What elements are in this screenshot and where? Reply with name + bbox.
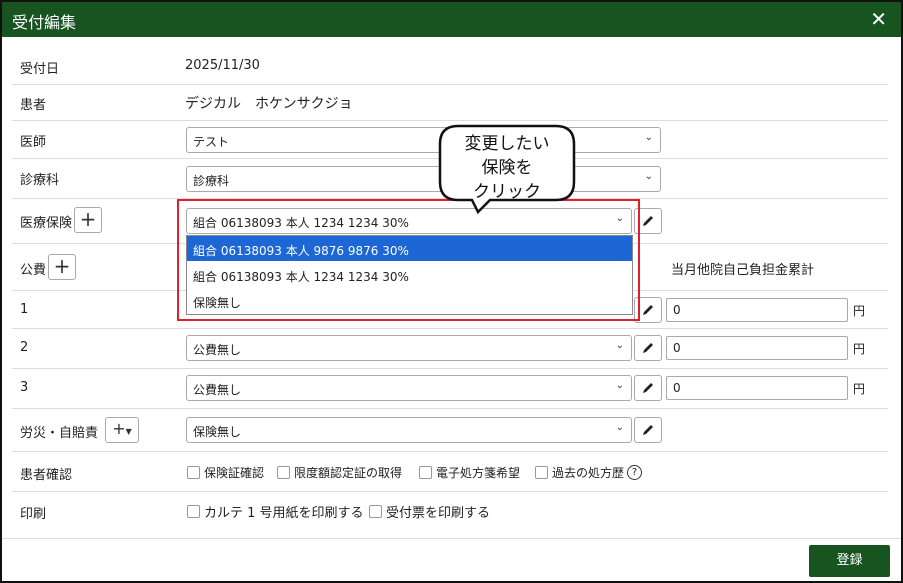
row-confirm: 患者確認 保険証確認 限度額認定証の取得 電子処方箋希望 過去の処方歴?: [12, 451, 888, 492]
checkbox-label: 保険証確認: [204, 466, 265, 480]
annotation-line-2: 保険を: [481, 158, 533, 178]
pencil-icon: [643, 383, 653, 393]
checkbox-print-chart[interactable]: カルテ 1 号用紙を印刷する: [187, 502, 364, 521]
doctor-select-value: テスト: [193, 135, 230, 149]
checkbox-print-slip[interactable]: 受付票を印刷する: [369, 502, 490, 521]
workers-select-value: 保険無し: [193, 425, 242, 439]
public-3-select[interactable]: 公費無し ⌄: [186, 375, 632, 401]
public-3-label: 3: [20, 380, 29, 395]
add-workers-button[interactable]: +▼: [105, 417, 139, 443]
edit-public-3-button[interactable]: [634, 375, 662, 401]
chevron-down-icon: ⌄: [615, 340, 624, 351]
checkbox-label: 過去の処方歴: [552, 466, 625, 480]
checkbox-past-prescription[interactable]: 過去の処方歴?: [535, 464, 643, 481]
chevron-down-icon: ⌄: [644, 171, 653, 182]
reception-date-value: 2025/11/30: [185, 58, 260, 73]
insurance-label: 医療保険: [20, 216, 73, 231]
cumulative-label: 当月他院自己負担金累計: [671, 263, 815, 278]
edit-workers-button[interactable]: [634, 417, 662, 443]
checkbox-box: [277, 466, 290, 479]
patient-name: デジカル ホケンサクジョ: [185, 96, 353, 112]
public-1-unit: 円: [853, 304, 866, 318]
dialog: 受付編集 ✕ 受付日 2025/11/30 患者 デジカル ホケンサクジョ 医師…: [0, 0, 903, 583]
register-button[interactable]: 登録: [809, 545, 890, 577]
public-3-unit: 円: [853, 382, 866, 396]
public-label: 公費: [20, 263, 47, 278]
reception-date-label: 受付日: [20, 62, 60, 77]
annotation-line-3: クリック: [473, 182, 541, 202]
checkbox-label: 電子処方箋希望: [436, 466, 521, 480]
checkbox-e-prescription[interactable]: 電子処方箋希望: [419, 464, 520, 481]
caret-down-icon: ▼: [125, 427, 132, 436]
public-2-amount-input[interactable]: 0: [666, 336, 848, 360]
help-icon[interactable]: ?: [627, 465, 643, 480]
patient-label: 患者: [20, 98, 47, 113]
checkbox-label: カルテ 1 号用紙を印刷する: [204, 506, 364, 521]
pencil-icon: [643, 305, 653, 315]
row-patient: 患者 デジカル ホケンサクジョ: [12, 84, 888, 121]
public-2-unit: 円: [853, 342, 866, 356]
department-select[interactable]: 診療科 ⌄: [186, 166, 661, 192]
pencil-icon: [643, 216, 653, 226]
public-2-label: 2: [20, 340, 29, 355]
checkbox-box: [419, 466, 432, 479]
chevron-down-icon: ⌄: [644, 132, 653, 143]
row-reception-date: 受付日 2025/11/30: [12, 48, 888, 85]
public-3-select-value: 公費無し: [193, 383, 242, 397]
checkbox-box: [187, 466, 200, 479]
workers-select[interactable]: 保険無し ⌄: [186, 417, 632, 443]
dialog-header: 受付編集 ✕: [2, 2, 901, 37]
footer-divider: [2, 538, 901, 539]
chevron-down-icon: ⌄: [615, 380, 624, 391]
row-print: 印刷 カルテ 1 号用紙を印刷する 受付票を印刷する: [12, 491, 888, 527]
add-insurance-button[interactable]: +: [74, 207, 102, 233]
annotation-line-1: 変更したい: [464, 134, 550, 154]
chevron-down-icon: ⌄: [615, 422, 624, 433]
print-label: 印刷: [20, 507, 47, 522]
department-select-value: 診療科: [193, 174, 230, 188]
edit-public-2-button[interactable]: [634, 335, 662, 361]
row-public-3: 3 公費無し ⌄ 0 円: [12, 368, 888, 409]
doctor-label: 医師: [20, 135, 47, 150]
checkbox-box: [187, 505, 200, 518]
checkbox-insurance-card[interactable]: 保険証確認: [187, 464, 264, 481]
row-public-2: 2 公費無し ⌄ 0 円: [12, 328, 888, 369]
dialog-title: 受付編集: [12, 13, 77, 32]
pencil-icon: [643, 343, 653, 353]
row-workers: 労災・自賠責 +▼ 保険無し ⌄: [12, 408, 888, 452]
checkbox-box: [369, 505, 382, 518]
department-label: 診療科: [20, 173, 60, 188]
pencil-icon: [643, 425, 653, 435]
doctor-select[interactable]: テスト ⌄: [186, 127, 661, 153]
annotation-highlight-box: [177, 199, 640, 321]
checkbox-box: [535, 466, 548, 479]
workers-label: 労災・自賠責: [20, 426, 99, 441]
public-2-select-value: 公費無し: [193, 343, 242, 357]
public-2-select[interactable]: 公費無し ⌄: [186, 335, 632, 361]
checkbox-label: 限度額認定証の取得: [294, 466, 403, 480]
close-icon[interactable]: ✕: [870, 7, 887, 31]
public-1-label: 1: [20, 302, 29, 317]
public-3-amount-input[interactable]: 0: [666, 376, 848, 400]
checkbox-limit-certificate[interactable]: 限度額認定証の取得: [277, 464, 402, 481]
annotation-text: 変更したい 保険を クリック: [438, 132, 576, 204]
add-public-button[interactable]: +: [48, 254, 76, 280]
confirm-label: 患者確認: [20, 468, 73, 483]
public-1-amount-input[interactable]: 0: [666, 298, 848, 322]
checkbox-label: 受付票を印刷する: [386, 506, 491, 521]
